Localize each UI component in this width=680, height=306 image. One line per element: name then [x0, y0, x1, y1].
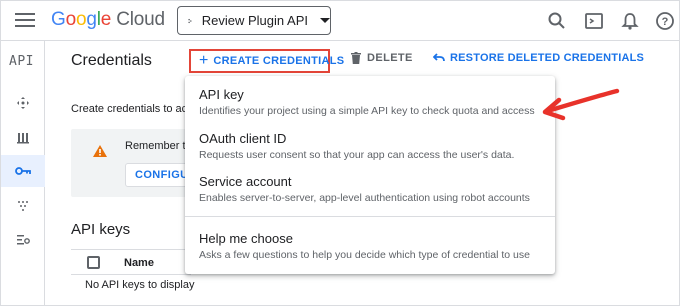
select-all-checkbox[interactable]: [87, 256, 100, 269]
rail-item-settings[interactable]: [1, 223, 45, 255]
create-credentials-menu: API key Identifies your project using a …: [185, 76, 555, 274]
rail-item-library[interactable]: [1, 121, 45, 153]
trash-icon: [351, 52, 361, 64]
rail-item-credentials[interactable]: [1, 155, 45, 187]
svg-text:?: ?: [662, 16, 669, 28]
column-name-header[interactable]: Name: [124, 257, 154, 269]
plus-icon: +: [199, 52, 209, 69]
top-bar: Google Cloud Review Plugin API ?: [1, 1, 679, 41]
create-credentials-button[interactable]: + CREATE CREDENTIALS: [189, 49, 344, 73]
empty-table-message: No API keys to display: [85, 279, 195, 291]
api-label: API: [9, 54, 34, 69]
menu-icon[interactable]: [15, 13, 35, 29]
delete-label: DELETE: [367, 52, 413, 64]
rail-item-dashboard[interactable]: [1, 87, 45, 119]
menu-divider: [185, 216, 555, 217]
api-keys-heading: API keys: [71, 221, 131, 238]
restore-label: RESTORE DELETED CREDENTIALS: [450, 52, 645, 64]
menu-item-description: Enables server-to-server, app-level auth…: [199, 192, 530, 204]
warning-text: Remember t: [125, 140, 186, 152]
create-credentials-label: CREATE CREDENTIALS: [213, 55, 345, 67]
page-title: Credentials: [71, 52, 152, 69]
settings-list-icon: [17, 235, 30, 245]
undo-icon: [433, 53, 445, 62]
left-nav-rail: API: [1, 41, 45, 305]
rail-item-oauth[interactable]: [1, 189, 45, 221]
api-keys-table-header: Name: [71, 249, 191, 275]
menu-item-description: Identifies your project using a simple A…: [199, 105, 535, 117]
menu-item-description: Asks a few questions to help you decide …: [199, 249, 530, 261]
restore-deleted-credentials-button[interactable]: RESTORE DELETED CREDENTIALS: [433, 52, 644, 64]
project-name: Review Plugin API: [201, 13, 308, 28]
annotation-arrow: [542, 88, 620, 121]
menu-item-title: Service account: [199, 174, 292, 189]
menu-item-title: Help me choose: [199, 231, 293, 246]
google-cloud-console: Google Cloud Review Plugin API ? API Cre…: [0, 0, 680, 306]
delete-button[interactable]: DELETE: [351, 52, 413, 64]
help-icon[interactable]: ?: [654, 10, 676, 32]
menu-item-help-me-choose[interactable]: Help me choose Asks a few questions to h…: [185, 231, 555, 261]
menu-item-title: API key: [199, 87, 244, 102]
terminal-icon[interactable]: [583, 10, 605, 32]
warning-icon: [93, 145, 107, 157]
dashboard-icon: [17, 97, 29, 109]
menu-item-description: Requests user consent so that your app c…: [199, 149, 515, 161]
oauth-icon: [18, 201, 28, 211]
logo-google-text: Google: [51, 9, 112, 30]
logo-cloud-text: Cloud: [116, 9, 165, 30]
chevron-down-icon: [320, 18, 330, 23]
library-icon: [17, 133, 29, 144]
project-icon: [188, 18, 192, 23]
menu-item-title: OAuth client ID: [199, 131, 287, 146]
menu-item-api-key[interactable]: API key Identifies your project using a …: [185, 87, 555, 117]
menu-item-oauth-client-id[interactable]: OAuth client ID Requests user consent so…: [185, 131, 555, 161]
key-icon: [15, 167, 31, 175]
bell-icon[interactable]: [619, 10, 641, 32]
project-picker[interactable]: Review Plugin API: [177, 6, 331, 35]
intro-text: Create credentials to acc: [71, 103, 193, 115]
google-cloud-logo[interactable]: Google Cloud: [51, 9, 165, 31]
menu-item-service-account[interactable]: Service account Enables server-to-server…: [185, 174, 555, 204]
search-icon[interactable]: [546, 10, 568, 32]
